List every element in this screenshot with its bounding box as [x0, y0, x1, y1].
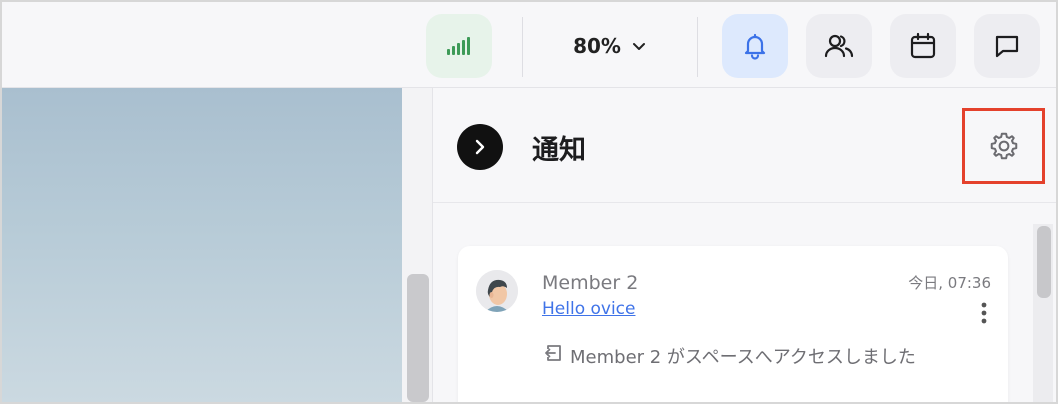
zoom-dropdown[interactable]: 80% [542, 14, 678, 78]
space-canvas[interactable] [2, 88, 402, 402]
panel-header: 通知 [433, 88, 1056, 203]
connection-status-button[interactable] [426, 14, 492, 78]
notification-message-text: Member 2 がスペースへアクセスしました [570, 346, 916, 368]
app-window: 80% 通知 Member 2 Hello ovice 今日, 07:36 Me… [2, 2, 1056, 402]
notification-message: Member 2 がスペースへアクセスしました [542, 342, 916, 369]
canvas-scrollbar-thumb[interactable] [407, 274, 429, 402]
avatar [476, 270, 518, 312]
more-options-button[interactable] [974, 298, 994, 328]
notification-sender: Member 2 [542, 272, 639, 294]
notification-card[interactable]: Member 2 Hello ovice 今日, 07:36 Member 2 … [458, 246, 1008, 402]
members-icon [824, 34, 854, 58]
chat-icon [995, 35, 1019, 58]
gear-icon [990, 132, 1017, 160]
calendar-button[interactable] [890, 14, 956, 78]
toolbar-divider [697, 17, 698, 77]
chat-button[interactable] [974, 14, 1040, 78]
notification-time: 今日, 07:36 [908, 274, 991, 292]
zoom-value: 80% [573, 34, 621, 58]
members-button[interactable] [806, 14, 872, 78]
chevron-down-icon [632, 43, 645, 50]
bell-icon [744, 33, 766, 60]
feed-scrollbar-thumb[interactable] [1037, 226, 1051, 298]
collapse-panel-button[interactable] [457, 124, 503, 170]
toolbar-divider [522, 17, 523, 77]
notification-settings-button[interactable] [962, 108, 1045, 184]
notifications-button[interactable] [722, 14, 788, 78]
more-vertical-icon [981, 302, 987, 324]
panel-title: 通知 [532, 135, 586, 166]
signal-bars-icon [447, 37, 470, 55]
enter-icon [542, 342, 564, 369]
chevron-right-icon [475, 139, 485, 155]
space-link[interactable]: Hello ovice [542, 299, 635, 319]
calendar-icon [910, 32, 936, 59]
top-toolbar: 80% [2, 2, 1056, 88]
notifications-panel: 通知 Member 2 Hello ovice 今日, 07:36 Member… [433, 88, 1056, 402]
